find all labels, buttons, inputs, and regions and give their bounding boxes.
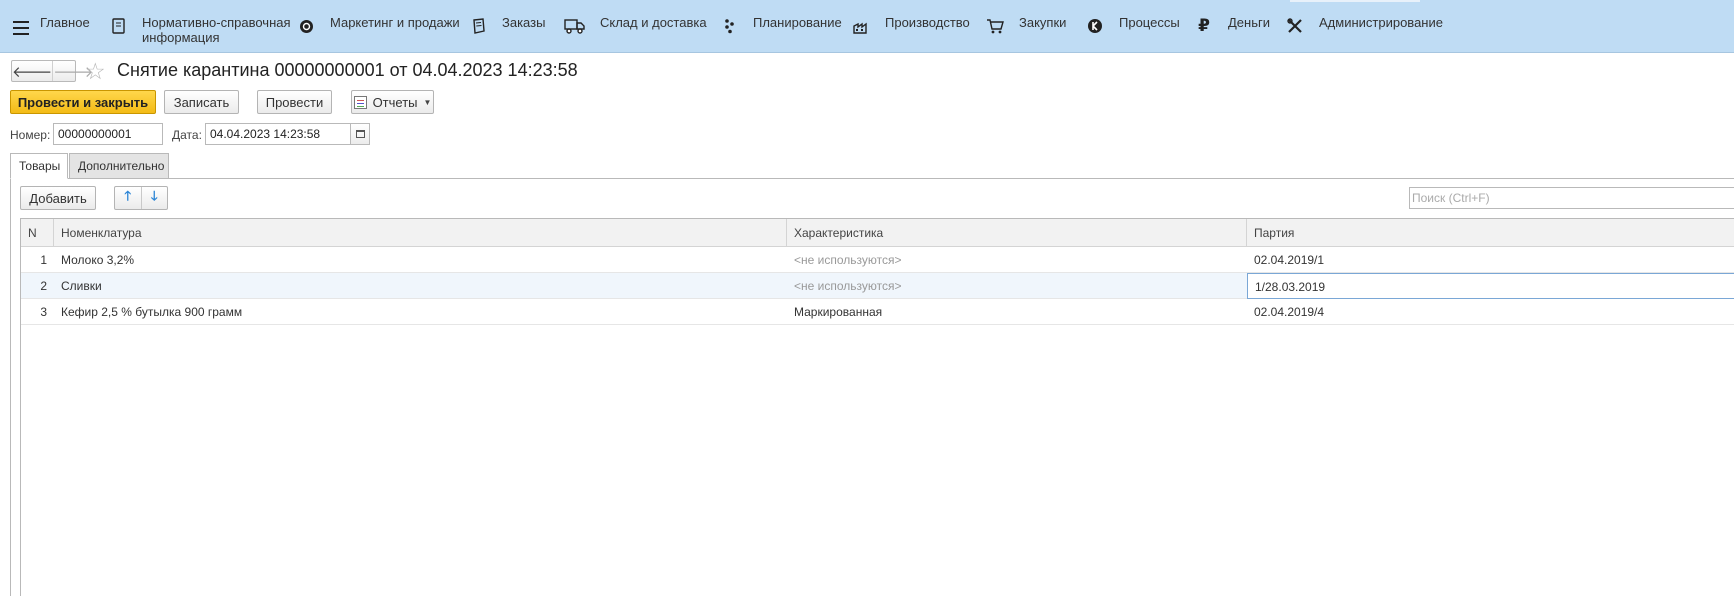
batch-cell[interactable]: 02.04.2019/4 [1247,299,1331,325]
tab-goods[interactable]: Товары [10,153,68,179]
post-and-close-button[interactable]: Провести и закрыть [10,90,156,114]
search-input[interactable]: Поиск (Ctrl+F) [1409,187,1734,209]
characteristic-cell[interactable]: <не используются> [787,273,908,299]
section-money-label: Деньги [1228,15,1270,30]
move-up-icon[interactable]: 🡑 [115,187,141,209]
section-orders[interactable]: Заказы [467,14,545,36]
batch-cell[interactable]: 1/28.03.2019 [1247,273,1734,299]
panel-border [10,178,11,596]
processes-icon [1084,16,1106,36]
table-header: N Номенклатура Характеристика Партия [21,219,1734,247]
top-strip [1290,0,1420,2]
characteristic-cell[interactable]: <не используются> [787,247,908,273]
marketing-icon [295,16,317,36]
row-number: 3 [40,305,47,319]
table-row[interactable]: 1 Молоко 3,2% <не используются> 02.04.20… [21,247,1734,273]
section-purchases-label: Закупки [1019,15,1067,30]
factory-icon [850,16,872,36]
section-admin[interactable]: Администрирование [1284,14,1443,36]
menu-icon[interactable] [13,21,29,35]
column-header-characteristic[interactable]: Характеристика [787,219,1247,247]
section-main[interactable]: Главное [40,14,90,30]
section-purchases[interactable]: Закупки [984,14,1066,36]
chevron-down-icon: ▼ [423,97,432,107]
section-main-label: Главное [40,15,90,30]
section-orders-label: Заказы [502,15,546,30]
navigation-buttons: 🡐 🡒 [11,60,93,82]
add-button[interactable]: Добавить [20,186,96,210]
save-button[interactable]: Записать [164,90,239,114]
reference-book-icon [107,16,129,36]
tab-underline [10,178,1734,179]
section-marketing-label: Маркетинг и продажи [330,15,460,30]
calendar-icon[interactable] [350,123,370,145]
date-field[interactable]: 04.04.2023 14:23:58 [205,123,351,145]
section-reference-label: Нормативно-справочная информация [142,15,291,45]
table-row[interactable]: 3 Кефир 2,5 % бутылка 900 грамм Маркиров… [21,299,1734,325]
column-header-nomenclature[interactable]: Номенклатура [54,219,787,247]
row-number: 2 [40,279,47,293]
reports-button[interactable]: Отчеты ▼ [351,90,434,114]
column-header-n[interactable]: N [21,219,54,247]
back-arrow-icon[interactable]: 🡐 [12,61,52,81]
section-planning[interactable]: Планирование [718,14,842,36]
nomenclature-cell[interactable]: Молоко 3,2% [54,247,141,273]
ruble-icon: ₽ [1198,16,1210,35]
section-production-label: Производство [885,15,970,30]
nomenclature-cell[interactable]: Сливки [54,273,109,299]
column-header-batch[interactable]: Партия [1247,219,1734,247]
number-label: Номер: [10,128,51,142]
sections-panel: Главное Нормативно-справочная информация… [0,0,1734,53]
section-warehouse-label: Склад и доставка [600,15,707,30]
section-money[interactable]: ₽ Деньги [1193,14,1270,36]
row-number: 1 [40,253,47,267]
reports-icon [353,95,367,109]
section-processes[interactable]: Процессы [1084,14,1180,36]
characteristic-cell[interactable]: Маркированная [787,299,889,325]
reports-label: Отчеты [372,94,418,110]
orders-icon [467,16,489,36]
section-marketing[interactable]: Маркетинг и продажи [295,14,460,36]
table-row[interactable]: 2 Сливки <не используются> 1/28.03.2019 [21,273,1734,299]
move-buttons: 🡑 🡓 [114,186,168,210]
planning-icon [718,16,740,36]
number-field[interactable]: 00000000001 [53,123,163,145]
section-warehouse[interactable]: Склад и доставка [563,14,707,36]
nomenclature-cell[interactable]: Кефир 2,5 % бутылка 900 грамм [54,299,249,325]
section-reference[interactable]: Нормативно-справочная информация [107,14,291,45]
section-production[interactable]: Производство [850,14,970,36]
section-processes-label: Процессы [1119,15,1180,30]
move-down-icon[interactable]: 🡓 [140,187,168,209]
date-label: Дата: [172,128,202,142]
page-title: Снятие карантина 00000000001 от 04.04.20… [117,60,578,80]
batch-cell[interactable]: 02.04.2019/1 [1247,247,1331,273]
tools-icon [1284,16,1306,36]
truck-icon [563,16,587,36]
favorite-star-icon[interactable]: ☆ [85,58,106,85]
tab-additional[interactable]: Дополнительно [69,153,169,179]
goods-table: N Номенклатура Характеристика Партия 1 М… [20,218,1734,596]
post-button[interactable]: Провести [257,90,332,114]
cart-icon [984,16,1006,36]
section-planning-label: Планирование [753,15,842,30]
section-admin-label: Администрирование [1319,15,1443,30]
